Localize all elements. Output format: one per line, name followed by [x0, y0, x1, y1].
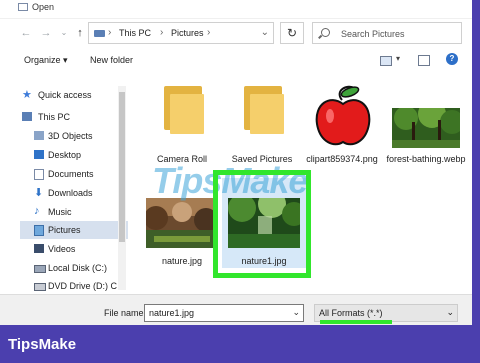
breadcrumb-this-pc[interactable]: This PC [119, 28, 151, 38]
star-icon: ★ [22, 89, 32, 101]
chevron-right-icon[interactable]: › [160, 27, 163, 38]
highlight-underline [320, 320, 392, 324]
search-icon [321, 28, 330, 37]
folder-front [170, 94, 204, 134]
videos-icon [34, 244, 44, 253]
open-dialog: Open ← → ⌄ ↑ › This PC › Pictures › ⌄ ↻ … [0, 0, 472, 325]
window-title: Open [32, 2, 55, 12]
back-arrow-icon[interactable]: ← [20, 26, 32, 40]
pictures-icon [34, 225, 44, 236]
highlight-box [213, 170, 311, 278]
file-item-clipart[interactable]: clipart859374.png [302, 82, 382, 178]
documents-icon [34, 169, 44, 180]
apple-thumbnail [315, 85, 371, 146]
chevron-down-icon[interactable]: ⌄ [446, 307, 454, 318]
command-bar: Organize ▾ New folder ▾ ? [0, 50, 472, 72]
chevron-down-icon[interactable]: ⌄ [292, 307, 300, 318]
sidebar-item-dvd-drive[interactable]: DVD Drive (D:) C [20, 277, 128, 295]
folder-front [250, 94, 284, 134]
file-type-value: All Formats (*.*) [319, 308, 383, 318]
forest-thumbnail [392, 108, 460, 148]
window-icon [18, 3, 28, 11]
desktop-icon [34, 150, 44, 159]
sidebar-item-pictures[interactable]: Pictures [20, 221, 128, 239]
drive-icon [34, 265, 46, 273]
sidebar-scrollbar[interactable] [118, 86, 126, 290]
sidebar-item-3d-objects[interactable]: 3D Objects [20, 127, 128, 145]
nature-thumbnail [146, 198, 218, 248]
scrollbar-thumb[interactable] [119, 92, 125, 242]
breadcrumb-pictures[interactable]: Pictures [171, 28, 204, 38]
help-icon[interactable]: ? [446, 53, 458, 65]
navigation-pane: ★ Quick access This PC 3D Objects Deskto… [0, 80, 128, 292]
sidebar-item-videos[interactable]: Videos [20, 240, 128, 258]
file-name-input[interactable]: nature1.jpg ⌄ [144, 304, 304, 322]
sidebar-item-music[interactable]: ♪ Music [20, 203, 128, 221]
organize-button[interactable]: Organize ▾ [24, 55, 68, 66]
sidebar-item-quick-access[interactable]: ★ Quick access [20, 86, 128, 104]
chevron-right-icon[interactable]: › [207, 27, 210, 38]
footer-bar: File name: nature1.jpg ⌄ All Formats (*.… [0, 294, 472, 325]
address-row: ← → ⌄ ↑ › This PC › Pictures › ⌄ ↻ [0, 22, 472, 46]
search-input[interactable] [341, 27, 451, 40]
view-options-icon[interactable] [380, 56, 392, 66]
file-name-value: nature1.jpg [149, 308, 195, 318]
music-icon: ♪ [34, 205, 40, 217]
title-bar: Open [0, 0, 472, 19]
brand-logo: TipsMake [8, 336, 77, 353]
file-name-label: File name: [104, 308, 147, 318]
address-bar[interactable]: › This PC › Pictures › ⌄ [88, 22, 274, 44]
refresh-button[interactable]: ↻ [280, 22, 304, 44]
file-item-forest-bathing[interactable]: forest-bathing.webp [386, 82, 466, 178]
computer-icon [22, 112, 32, 121]
chevron-down-icon[interactable]: ⌄ [261, 27, 269, 38]
forward-arrow-icon[interactable]: → [40, 26, 52, 40]
file-name: clipart859374.png [306, 154, 378, 164]
chevron-right-icon[interactable]: › [108, 27, 111, 38]
file-name: nature.jpg [161, 256, 203, 266]
sidebar-item-local-disk[interactable]: Local Disk (C:) [20, 259, 128, 277]
sidebar-item-this-pc[interactable]: This PC [20, 108, 128, 126]
new-folder-button[interactable]: New folder [90, 55, 133, 65]
search-box[interactable] [312, 22, 462, 44]
recent-chevron-icon[interactable]: ⌄ [58, 26, 70, 40]
download-icon: ⬇ [34, 187, 44, 199]
sidebar-item-downloads[interactable]: ⬇ Downloads [20, 184, 128, 202]
up-arrow-icon[interactable]: ↑ [74, 26, 86, 40]
view-dropdown-icon[interactable]: ▾ [396, 54, 400, 63]
preview-pane-icon[interactable] [418, 55, 430, 66]
cube-icon [34, 131, 44, 140]
file-name: forest-bathing.webp [386, 154, 466, 164]
this-pc-icon [94, 30, 105, 37]
sidebar-item-documents[interactable]: Documents [20, 165, 128, 183]
dvd-icon [34, 283, 46, 291]
sidebar-item-desktop[interactable]: Desktop [20, 146, 128, 164]
